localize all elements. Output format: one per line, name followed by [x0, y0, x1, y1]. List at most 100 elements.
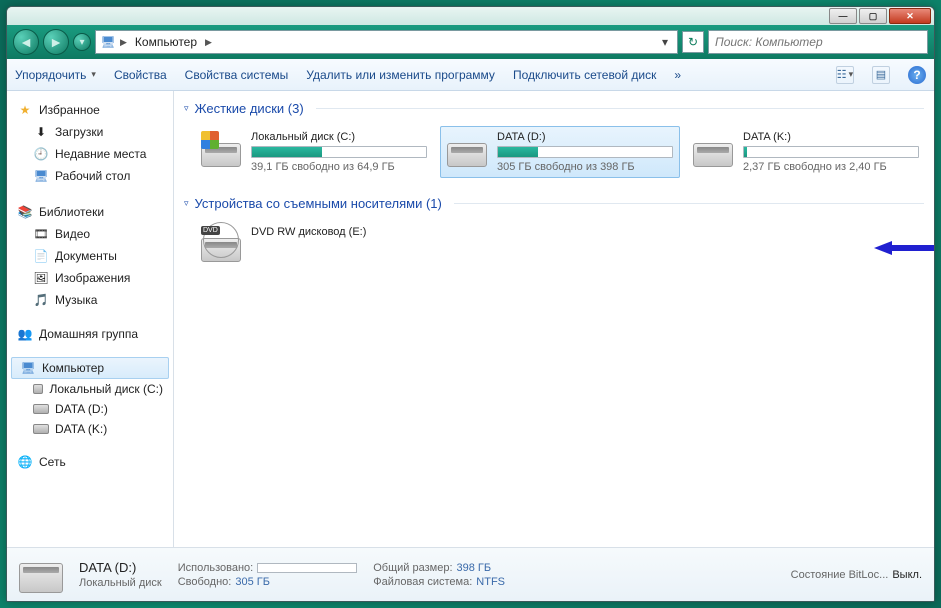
maximize-button[interactable]: ▢	[859, 8, 887, 24]
drive-tile[interactable]: Локальный диск (C:) 39,1 ГБ свободно из …	[194, 126, 434, 178]
drive-icon	[33, 424, 49, 434]
command-toolbar: Упорядочить Свойства Свойства системы Уд…	[7, 59, 934, 91]
close-button[interactable]: ✕	[889, 8, 931, 24]
group-header-hdd[interactable]: ▿ Жесткие диски (3)	[182, 97, 926, 122]
computer-icon: 🖥	[100, 34, 116, 50]
annotation-arrow	[874, 241, 934, 255]
hdd-icon	[201, 131, 243, 167]
video-icon: 🎞	[33, 226, 49, 242]
breadcrumb-arrow-icon: ▶	[120, 37, 127, 48]
details-pane: DATA (D:) Локальный диск Использовано: С…	[7, 547, 934, 601]
collapse-icon: ▿	[184, 103, 189, 114]
details-fs-label: Файловая система:	[373, 576, 472, 588]
removable-grid: DVD DVD RW дисковод (E:)	[182, 217, 926, 281]
details-bitlocker-label: Состояние BitLoc...	[791, 569, 889, 581]
search-box[interactable]	[708, 30, 928, 54]
details-drive-icon	[19, 557, 63, 593]
help-icon[interactable]: ?	[908, 66, 926, 84]
sidebar-item-pictures[interactable]: 🖼Изображения	[7, 267, 173, 289]
capacity-bar	[743, 146, 919, 158]
sidebar-item-downloads[interactable]: ⬇Загрузки	[7, 121, 173, 143]
minimize-button[interactable]: —	[829, 8, 857, 24]
history-dropdown[interactable]: ▾	[73, 33, 91, 51]
sidebar-item-drive-k[interactable]: DATA (K:)	[7, 419, 173, 439]
drive-icon	[33, 404, 49, 414]
details-total-value: 398 ГБ	[457, 562, 492, 574]
sidebar-group-computer: 🖥Компьютер Локальный диск (C:) DATA (D:)…	[7, 355, 173, 441]
breadcrumb-segment[interactable]: Компьютер	[131, 33, 201, 51]
sidebar-item-homegroup[interactable]: 👥Домашняя группа	[7, 323, 173, 345]
capacity-bar	[251, 146, 427, 158]
sidebar-item-computer[interactable]: 🖥Компьютер	[11, 357, 169, 379]
drive-free-label: 305 ГБ свободно из 398 ГБ	[497, 161, 673, 173]
drive-icon	[33, 384, 43, 394]
downloads-icon: ⬇	[33, 124, 49, 140]
sidebar: ★Избранное ⬇Загрузки 🕘Недавние места 🖥Ра…	[7, 91, 174, 547]
dvd-drive-icon: DVD	[201, 226, 243, 262]
details-bitlocker-value: Выкл.	[892, 569, 922, 581]
hdd-icon	[693, 131, 735, 167]
view-options-button[interactable]: ☷	[836, 66, 854, 84]
sidebar-item-network[interactable]: 🌐Сеть	[7, 451, 173, 473]
hdd-icon	[447, 131, 489, 167]
address-bar[interactable]: 🖥 ▶ Компьютер ▶ ▾	[95, 30, 678, 54]
breadcrumb-arrow-icon: ▶	[205, 37, 212, 48]
nav-bar: ◄ ► ▾ 🖥 ▶ Компьютер ▶ ▾ ↻	[7, 25, 934, 59]
explorer-window: — ▢ ✕ ◄ ► ▾ 🖥 ▶ Компьютер ▶ ▾ ↻ Упорядоч…	[6, 6, 935, 602]
details-used-label: Использовано:	[178, 562, 254, 574]
sidebar-item-documents[interactable]: 📄Документы	[7, 245, 173, 267]
drive-grid: Локальный диск (C:) 39,1 ГБ свободно из …	[182, 122, 926, 192]
sidebar-item-recent[interactable]: 🕘Недавние места	[7, 143, 173, 165]
details-fs-value: NTFS	[476, 576, 505, 588]
address-dropdown-icon[interactable]: ▾	[657, 35, 673, 49]
back-button[interactable]: ◄	[13, 29, 39, 55]
sidebar-item-desktop[interactable]: 🖥Рабочий стол	[7, 165, 173, 187]
search-input[interactable]	[715, 35, 921, 49]
uninstall-program-button[interactable]: Удалить или изменить программу	[306, 68, 495, 82]
desktop-icon: 🖥	[33, 168, 49, 184]
drive-tile[interactable]: DATA (D:) 305 ГБ свободно из 398 ГБ	[440, 126, 680, 178]
details-total-label: Общий размер:	[373, 562, 452, 574]
sidebar-item-videos[interactable]: 🎞Видео	[7, 223, 173, 245]
group-header-removable[interactable]: ▿ Устройства со съемными носителями (1)	[182, 192, 926, 217]
details-name: DATA (D:)	[79, 560, 162, 575]
details-type: Локальный диск	[79, 577, 162, 589]
star-icon: ★	[17, 102, 33, 118]
documents-icon: 📄	[33, 248, 49, 264]
organize-menu[interactable]: Упорядочить	[15, 68, 96, 82]
drive-free-label: 39,1 ГБ свободно из 64,9 ГБ	[251, 161, 427, 173]
preview-pane-button[interactable]: ▤	[872, 66, 890, 84]
drive-name: Локальный диск (C:)	[251, 131, 427, 143]
capacity-bar	[497, 146, 673, 158]
details-free-value: 305 ГБ	[235, 576, 270, 588]
drive-name: DATA (D:)	[497, 131, 673, 143]
body-area: ★Избранное ⬇Загрузки 🕘Недавние места 🖥Ра…	[7, 91, 934, 547]
properties-button[interactable]: Свойства	[114, 68, 167, 82]
sidebar-header-libraries[interactable]: 📚Библиотеки	[7, 201, 173, 223]
sidebar-item-drive-d[interactable]: DATA (D:)	[7, 399, 173, 419]
forward-button[interactable]: ►	[43, 29, 69, 55]
drive-free-label: 2,37 ГБ свободно из 2,40 ГБ	[743, 161, 919, 173]
system-properties-button[interactable]: Свойства системы	[185, 68, 289, 82]
details-used-bar	[257, 563, 357, 573]
title-bar: — ▢ ✕	[7, 7, 934, 25]
pictures-icon: 🖼	[33, 270, 49, 286]
network-icon: 🌐	[17, 454, 33, 470]
music-icon: 🎵	[33, 292, 49, 308]
sidebar-header-favorites[interactable]: ★Избранное	[7, 99, 173, 121]
optical-drive-tile[interactable]: DVD DVD RW дисковод (E:)	[194, 221, 434, 267]
homegroup-icon: 👥	[17, 326, 33, 342]
map-network-drive-button[interactable]: Подключить сетевой диск	[513, 68, 656, 82]
drive-name: DATA (K:)	[743, 131, 919, 143]
details-free-label: Свободно:	[178, 576, 232, 588]
sidebar-group-libraries: 📚Библиотеки 🎞Видео 📄Документы 🖼Изображен…	[7, 199, 173, 313]
drive-tile[interactable]: DATA (K:) 2,37 ГБ свободно из 2,40 ГБ	[686, 126, 926, 178]
sidebar-group-favorites: ★Избранное ⬇Загрузки 🕘Недавние места 🖥Ра…	[7, 97, 173, 189]
libraries-icon: 📚	[17, 204, 33, 220]
sidebar-item-music[interactable]: 🎵Музыка	[7, 289, 173, 311]
toolbar-overflow[interactable]: »	[674, 68, 681, 82]
computer-icon: 🖥	[20, 360, 36, 376]
sidebar-item-drive-c[interactable]: Локальный диск (C:)	[7, 379, 173, 399]
refresh-button[interactable]: ↻	[682, 31, 704, 53]
content-pane: ▿ Жесткие диски (3) Локальный диск (C:) …	[174, 91, 934, 547]
